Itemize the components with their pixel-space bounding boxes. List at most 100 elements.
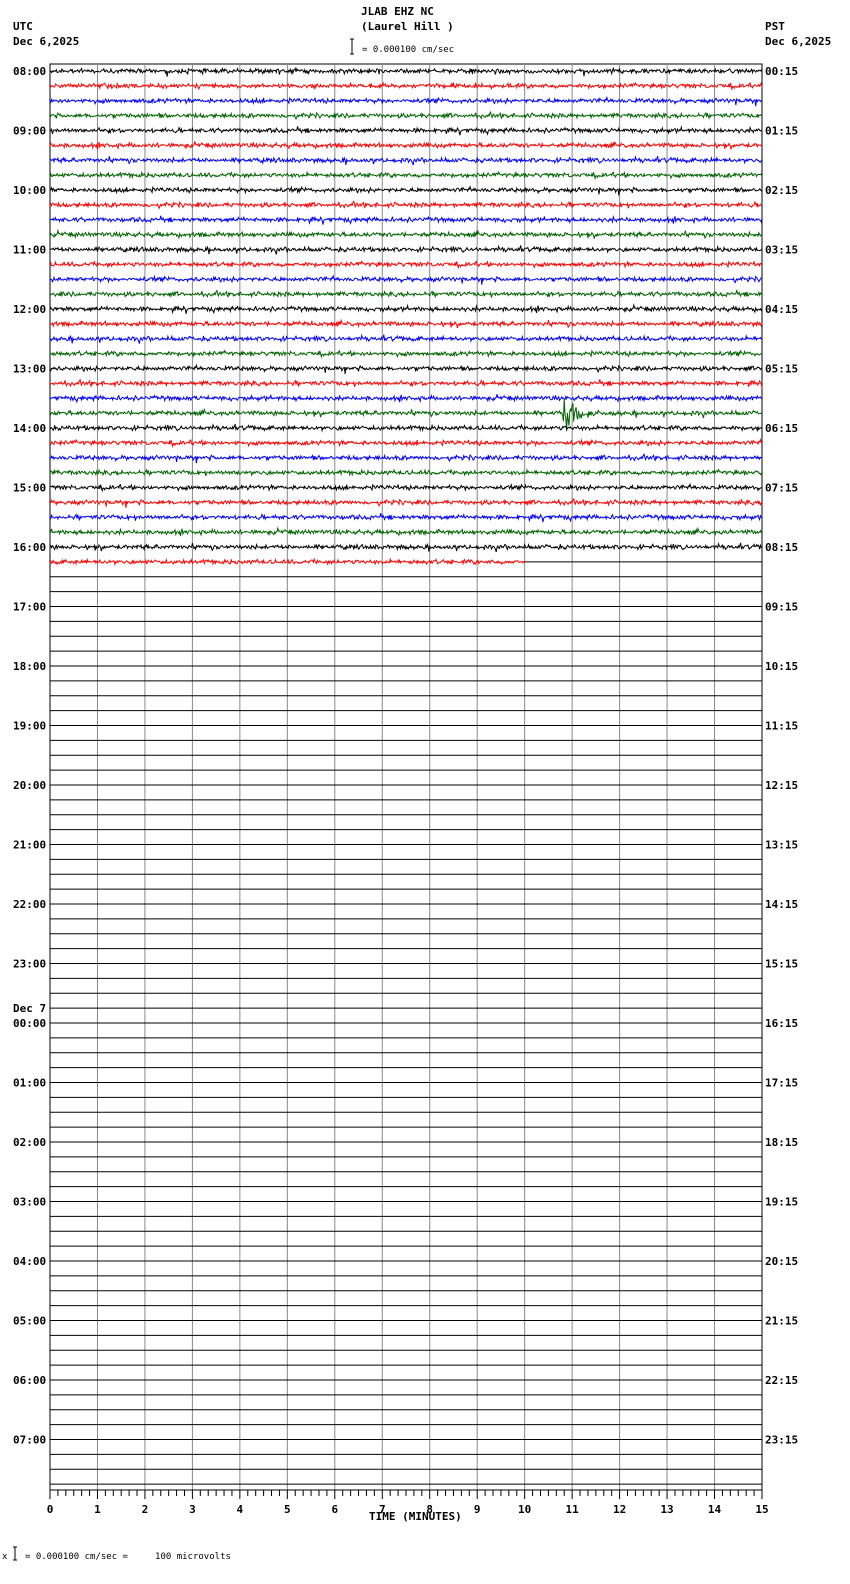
pst-hour-label: 01:15 [765,125,798,138]
seismic-trace [49,438,763,448]
utc-hour-label: 08:00 [13,65,46,78]
seismic-trace [49,453,763,464]
seismic-trace [49,363,763,375]
seismic-trace [49,541,763,553]
seismic-trace [49,526,763,537]
utc-hour-label: 07:00 [13,1434,46,1447]
x-tick-label: 1 [94,1503,101,1516]
utc-hour-label: 09:00 [13,125,46,138]
seismic-trace [49,398,763,432]
x-tick-label: 3 [189,1503,196,1516]
helicorder-chart: JLAB EHZ NC (Laurel Hill ) UTC Dec 6,202… [2,5,831,1562]
x-tick-label: 5 [284,1503,291,1516]
seismic-trace [49,318,763,329]
seismic-trace [49,140,763,151]
seismic-trace [49,244,763,255]
date-change-label: Dec 7 [13,1002,46,1015]
seismic-trace [49,170,763,181]
seismic-trace [49,95,763,107]
pst-hour-label: 08:15 [765,541,798,554]
footer-scale-text: = 0.000100 cm/sec = 100 microvolts [25,1552,231,1562]
pst-hour-label: 10:15 [765,660,798,673]
x-tick-label: 13 [660,1503,673,1516]
seismic-trace [50,378,763,389]
seismic-trace [49,482,763,493]
x-tick-label: 0 [47,1503,54,1516]
seismic-trace [49,66,763,77]
utc-hour-label: 14:00 [13,422,46,435]
pst-hour-label: 19:15 [765,1196,798,1209]
utc-hour-label: 19:00 [13,720,46,733]
pst-hour-label: 14:15 [765,898,798,911]
scale-text: = 0.000100 cm/sec [362,45,454,55]
seismic-trace [49,468,763,477]
pst-hour-label: 05:15 [765,363,798,376]
utc-hour-label: 17:00 [13,601,46,614]
utc-hour-label: 03:00 [13,1196,46,1209]
utc-hour-label: 04:00 [13,1255,46,1268]
seismic-trace [49,185,763,196]
station-location: (Laurel Hill ) [361,20,454,33]
seismic-trace [49,422,763,433]
pst-hour-label: 22:15 [765,1374,798,1387]
utc-hour-label: 12:00 [13,303,46,316]
seismic-trace [50,497,763,508]
utc-hour-label: 15:00 [13,482,46,495]
station-title: JLAB EHZ NC [361,5,434,18]
pst-hour-label: 00:15 [765,65,798,78]
scale-bar-icon [350,38,354,55]
right-timezone: PST [765,20,785,33]
utc-hour-label: 13:00 [13,363,46,376]
utc-hour-label: 10:00 [13,184,46,197]
pst-hour-label: 15:15 [765,958,798,971]
seismic-trace [49,110,763,121]
seismic-trace [49,228,763,240]
x-tick-label: 11 [566,1503,580,1516]
pst-hour-label: 13:15 [765,839,798,852]
x-tick-label: 2 [142,1503,149,1516]
pst-hour-label: 16:15 [765,1017,798,1030]
pst-hour-label: 06:15 [765,422,798,435]
seismic-trace [49,214,763,225]
utc-hour-label: 18:00 [13,660,46,673]
x-tick-label: 6 [331,1503,338,1516]
seismic-trace [49,274,763,285]
seismic-trace [49,303,763,315]
left-date: Dec 6,2025 [13,35,79,48]
x-tick-label: 10 [518,1503,531,1516]
seismic-trace [49,333,763,344]
x-tick-label: 4 [237,1503,244,1516]
seismic-trace [49,81,763,91]
utc-hour-label: 06:00 [13,1374,46,1387]
utc-hour-label: 05:00 [13,1315,46,1328]
utc-hour-label: 22:00 [13,898,46,911]
utc-hour-label: 16:00 [13,541,46,554]
x-tick-label: 14 [708,1503,722,1516]
pst-hour-label: 20:15 [765,1255,798,1268]
seismic-trace [49,289,763,299]
pst-hour-label: 09:15 [765,601,798,614]
traces [49,66,763,567]
pst-hour-label: 23:15 [765,1434,798,1447]
x-tick-label: 15 [755,1503,768,1516]
left-timezone: UTC [13,20,33,33]
x-tick-label: 12 [613,1503,626,1516]
seismic-trace [49,125,763,136]
footer-scale-bar-icon [13,1546,17,1561]
utc-hour-label: 21:00 [13,839,46,852]
utc-hour-label: 00:00 [13,1017,46,1030]
utc-hour-label: 23:00 [13,958,46,971]
pst-hour-label: 21:15 [765,1315,798,1328]
pst-hour-label: 12:15 [765,779,798,792]
pst-hour-label: 18:15 [765,1136,798,1149]
footer-marker: x [2,1552,8,1562]
x-axis-label: TIME (MINUTES) [369,1510,462,1523]
pst-hour-label: 11:15 [765,720,798,733]
seismic-trace [49,393,763,404]
utc-hour-label: 20:00 [13,779,46,792]
right-date: Dec 6,2025 [765,35,831,48]
pst-hour-label: 04:15 [765,303,798,316]
utc-hour-label: 01:00 [13,1077,46,1090]
pst-hour-label: 07:15 [765,482,798,495]
pst-hour-label: 17:15 [765,1077,798,1090]
